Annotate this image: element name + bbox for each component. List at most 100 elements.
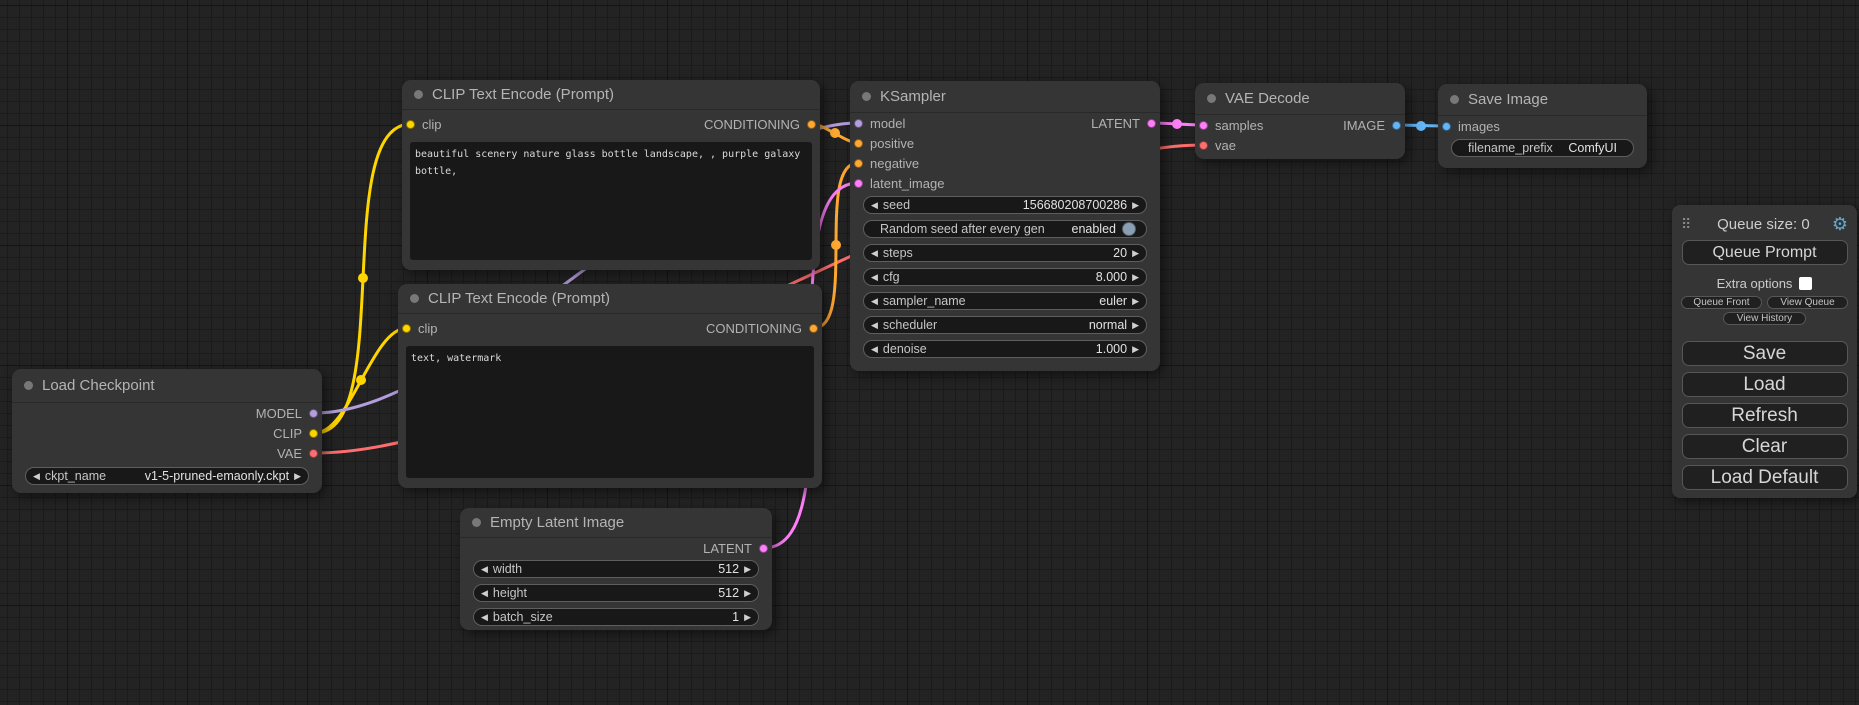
node-load-checkpoint[interactable]: Load Checkpoint MODEL CLIP VAE ◀ ckpt_na… (12, 369, 322, 493)
increment-icon[interactable]: ▶ (1132, 297, 1139, 306)
widget-random-seed-toggle[interactable]: Random seed after every gen enabled (863, 220, 1147, 238)
widget-ckpt-name[interactable]: ◀ ckpt_name v1-5-pruned-emaonly.ckpt ▶ (25, 467, 309, 485)
node-title-bar[interactable]: Load Checkpoint (12, 369, 322, 403)
widget-value: 20 (1113, 246, 1127, 260)
decrement-icon[interactable]: ◀ (481, 589, 488, 598)
output-slot-conditioning[interactable] (809, 324, 818, 333)
input-slot-samples[interactable] (1199, 121, 1208, 130)
load-default-button[interactable]: Load Default (1682, 465, 1848, 490)
positive-prompt-textarea[interactable]: beautiful scenery nature glass bottle la… (410, 142, 812, 260)
queue-prompt-button[interactable]: Queue Prompt (1682, 240, 1848, 265)
increment-icon[interactable]: ▶ (1132, 201, 1139, 210)
node-empty-latent-image[interactable]: Empty Latent Image LATENT ◀ width 512 ▶ … (460, 508, 772, 630)
view-history-button[interactable]: View History (1723, 312, 1806, 325)
increment-icon[interactable]: ▶ (1132, 321, 1139, 330)
decrement-icon[interactable]: ◀ (871, 297, 878, 306)
widget-value: 1.000 (1096, 342, 1127, 356)
save-button[interactable]: Save (1682, 341, 1848, 366)
widget-cfg[interactable]: ◀ cfg 8.000 ▶ (863, 268, 1147, 286)
load-button[interactable]: Load (1682, 372, 1848, 397)
slot-row: vae (1195, 135, 1405, 155)
node-clip-text-encode-negative[interactable]: CLIP Text Encode (Prompt) clip CONDITION… (398, 284, 822, 488)
extra-options-checkbox[interactable] (1799, 277, 1812, 290)
node-title: Save Image (1468, 91, 1548, 108)
comfyui-canvas[interactable]: { "colors": { "model": "#b39ddb", "clip"… (0, 0, 1859, 705)
node-title-bar[interactable]: KSampler (850, 81, 1160, 113)
increment-icon[interactable]: ▶ (294, 472, 301, 481)
output-row-latent: LATENT (460, 538, 772, 558)
input-slot-latent-image[interactable] (854, 179, 863, 188)
collapse-dot-icon[interactable] (862, 92, 871, 101)
collapse-dot-icon[interactable] (472, 518, 481, 527)
input-slot-clip[interactable] (406, 120, 415, 129)
toggle-enabled-icon[interactable] (1122, 222, 1136, 236)
node-clip-text-encode-positive[interactable]: CLIP Text Encode (Prompt) clip CONDITION… (402, 80, 820, 270)
settings-gear-icon[interactable]: ⚙ (1832, 215, 1848, 233)
output-slot-model[interactable] (309, 409, 318, 418)
input-slot-clip[interactable] (402, 324, 411, 333)
refresh-button[interactable]: Refresh (1682, 403, 1848, 428)
output-slot-conditioning[interactable] (807, 120, 816, 129)
input-slot-positive[interactable] (854, 139, 863, 148)
widget-label: height (493, 586, 527, 600)
increment-icon[interactable]: ▶ (744, 565, 751, 574)
increment-icon[interactable]: ▶ (744, 589, 751, 598)
input-label-samples: samples (1215, 118, 1263, 133)
input-slot-images[interactable] (1442, 122, 1451, 131)
output-row-model: MODEL (12, 403, 322, 423)
node-title-bar[interactable]: Empty Latent Image (460, 508, 772, 538)
node-title-bar[interactable]: CLIP Text Encode (Prompt) (398, 284, 822, 314)
decrement-icon[interactable]: ◀ (871, 201, 878, 210)
widget-filename-prefix[interactable]: filename_prefix ComfyUI (1451, 139, 1634, 157)
widget-label: seed (883, 198, 910, 212)
widget-height[interactable]: ◀ height 512 ▶ (473, 584, 759, 602)
collapse-dot-icon[interactable] (1450, 95, 1459, 104)
widget-scheduler[interactable]: ◀ scheduler normal ▶ (863, 316, 1147, 334)
node-title: Load Checkpoint (42, 377, 155, 394)
clear-button[interactable]: Clear (1682, 434, 1848, 459)
collapse-dot-icon[interactable] (410, 294, 419, 303)
widget-steps[interactable]: ◀ steps 20 ▶ (863, 244, 1147, 262)
decrement-icon[interactable]: ◀ (871, 249, 878, 258)
output-slot-latent[interactable] (1147, 119, 1156, 128)
collapse-dot-icon[interactable] (1207, 94, 1216, 103)
decrement-icon[interactable]: ◀ (481, 613, 488, 622)
widget-sampler-name[interactable]: ◀ sampler_name euler ▶ (863, 292, 1147, 310)
drag-handle-icon[interactable]: ⠿ (1681, 216, 1695, 233)
output-slot-clip[interactable] (309, 429, 318, 438)
node-title: CLIP Text Encode (Prompt) (432, 86, 614, 103)
collapse-dot-icon[interactable] (24, 381, 33, 390)
input-slot-negative[interactable] (854, 159, 863, 168)
input-label-clip: clip (418, 321, 438, 336)
increment-icon[interactable]: ▶ (1132, 273, 1139, 282)
node-save-image[interactable]: Save Image images filename_prefix ComfyU… (1438, 84, 1647, 168)
widget-width[interactable]: ◀ width 512 ▶ (473, 560, 759, 578)
decrement-icon[interactable]: ◀ (481, 565, 488, 574)
node-title-bar[interactable]: Save Image (1438, 84, 1647, 116)
decrement-icon[interactable]: ◀ (33, 472, 40, 481)
input-slot-vae[interactable] (1199, 141, 1208, 150)
input-slot-model[interactable] (854, 119, 863, 128)
node-ksampler[interactable]: KSampler model LATENT positive negative … (850, 81, 1160, 371)
output-slot-vae[interactable] (309, 449, 318, 458)
output-slot-image[interactable] (1392, 121, 1401, 130)
increment-icon[interactable]: ▶ (1132, 249, 1139, 258)
widget-denoise[interactable]: ◀ denoise 1.000 ▶ (863, 340, 1147, 358)
view-queue-button[interactable]: View Queue (1767, 296, 1848, 309)
widget-seed[interactable]: ◀ seed 156680208700286 ▶ (863, 196, 1147, 214)
widget-value: 1 (732, 610, 739, 624)
decrement-icon[interactable]: ◀ (871, 321, 878, 330)
increment-icon[interactable]: ▶ (744, 613, 751, 622)
decrement-icon[interactable]: ◀ (871, 345, 878, 354)
widget-batch-size[interactable]: ◀ batch_size 1 ▶ (473, 608, 759, 626)
node-title-bar[interactable]: VAE Decode (1195, 83, 1405, 115)
node-title-bar[interactable]: CLIP Text Encode (Prompt) (402, 80, 820, 110)
queue-front-button[interactable]: Queue Front (1681, 296, 1762, 309)
negative-prompt-textarea[interactable]: text, watermark (406, 346, 814, 478)
increment-icon[interactable]: ▶ (1132, 345, 1139, 354)
node-vae-decode[interactable]: VAE Decode samples IMAGE vae (1195, 83, 1405, 159)
collapse-dot-icon[interactable] (414, 90, 423, 99)
widget-label: Random seed after every gen (880, 222, 1045, 236)
decrement-icon[interactable]: ◀ (871, 273, 878, 282)
output-slot-latent[interactable] (759, 544, 768, 553)
